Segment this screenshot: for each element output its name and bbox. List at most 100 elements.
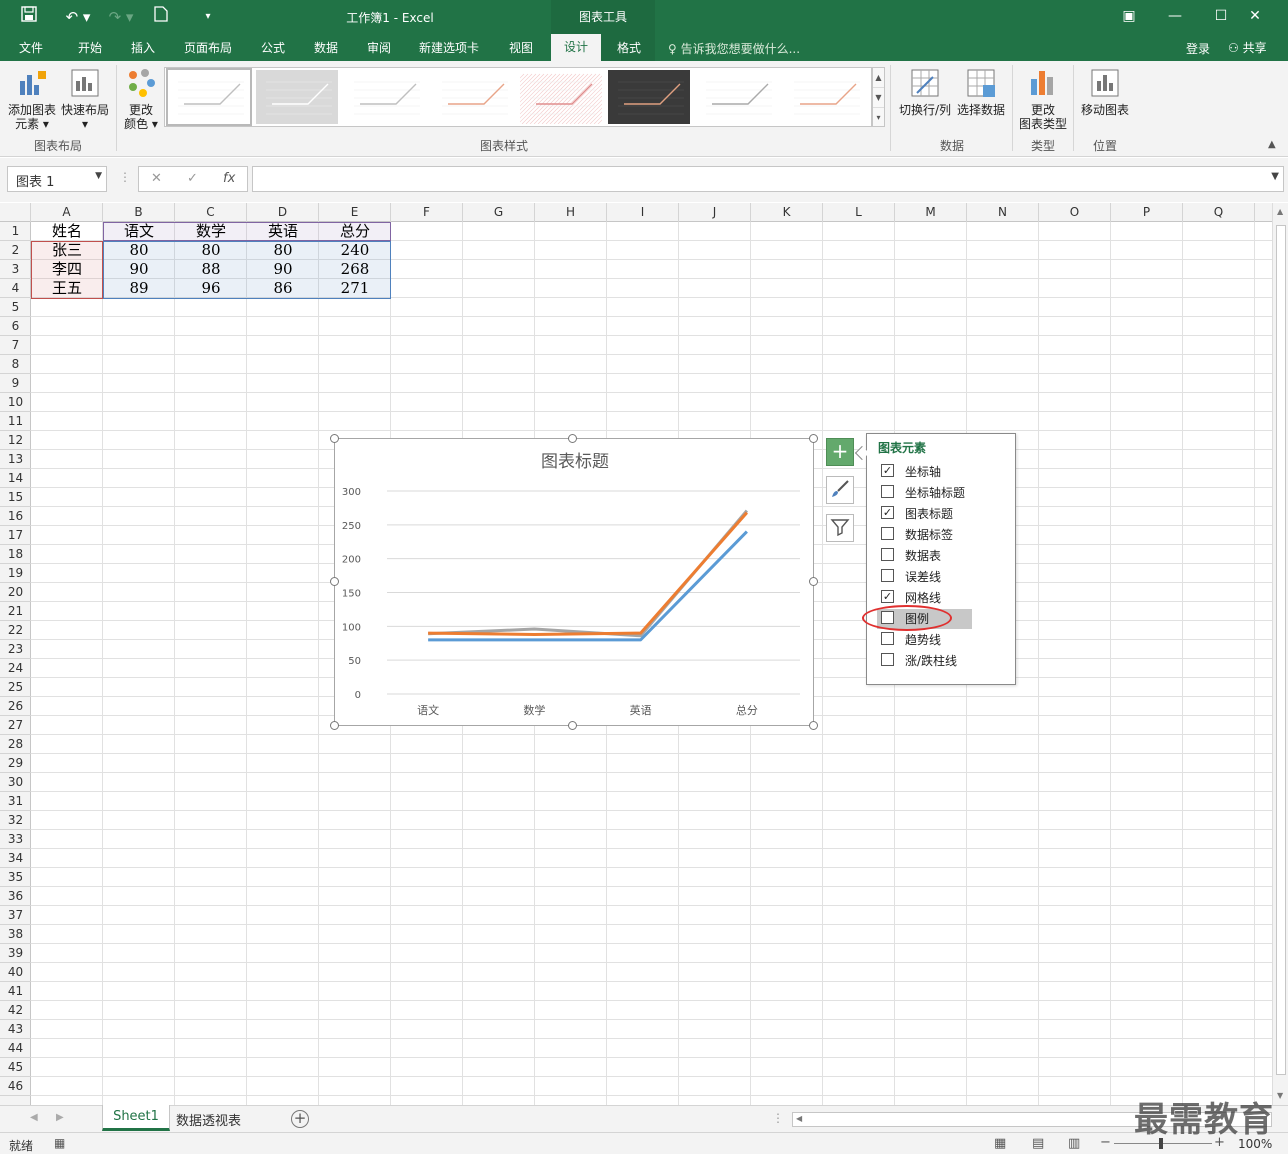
scroll-thumb[interactable] (1276, 225, 1286, 1075)
tab-splitter-icon[interactable]: ⋮ (772, 1111, 784, 1125)
row-header[interactable]: 22 (0, 621, 31, 640)
table-cell[interactable]: 80 (175, 241, 247, 260)
tab-format[interactable]: 格式 (617, 39, 641, 56)
quick-layout-button[interactable]: 快速布局 ▾ (60, 67, 110, 131)
normal-view-icon[interactable]: ▦ (994, 1136, 1006, 1151)
table-cell[interactable]: 王五 (31, 279, 103, 298)
column-header[interactable]: P (1111, 203, 1183, 222)
undo-icon[interactable]: ↶ ▾ (60, 6, 96, 28)
chart-title[interactable]: 图表标题 (541, 452, 609, 472)
chart-element-option[interactable]: 数据标签 (867, 524, 1017, 544)
select-all-corner[interactable] (0, 203, 31, 222)
series-line[interactable] (428, 530, 748, 642)
next-sheet-icon[interactable]: ▶ (56, 1112, 64, 1123)
table-cell[interactable]: 86 (247, 279, 319, 298)
column-header[interactable]: M (895, 203, 967, 222)
line-chart[interactable]: 图表标题 0 50 100 150 200 250 300 语文 数学 英语 总分 (334, 438, 814, 726)
row-header[interactable]: 18 (0, 545, 31, 564)
minimize-icon[interactable]: — (1160, 8, 1190, 24)
chart-element-option[interactable]: 坐标轴标题 (867, 482, 1017, 502)
table-cell[interactable]: 240 (319, 241, 391, 260)
row-header[interactable]: 28 (0, 735, 31, 754)
column-header[interactable]: D (247, 203, 319, 222)
maximize-icon[interactable]: ☐ (1206, 8, 1236, 24)
row-header[interactable]: 36 (0, 887, 31, 906)
ribbon-display-options-icon[interactable]: ▣ (1114, 8, 1144, 24)
vertical-scrollbar[interactable]: ▲ ▼ (1272, 203, 1288, 1105)
row-header[interactable]: 21 (0, 602, 31, 621)
row-header[interactable]: 41 (0, 982, 31, 1001)
row-header[interactable]: 10 (0, 393, 31, 412)
resize-handle[interactable] (330, 721, 339, 730)
chart-element-option[interactable]: ✓ 坐标轴 (867, 461, 1017, 481)
chart-styles-button[interactable] (826, 476, 854, 504)
row-header[interactable]: 27 (0, 716, 31, 735)
row-header[interactable]: 13 (0, 450, 31, 469)
resize-handle[interactable] (330, 577, 339, 586)
column-header[interactable]: O (1039, 203, 1111, 222)
row-header[interactable]: 23 (0, 640, 31, 659)
resize-handle[interactable] (809, 577, 818, 586)
column-header[interactable]: N (967, 203, 1039, 222)
row-header[interactable]: 19 (0, 564, 31, 583)
row-header[interactable]: 24 (0, 659, 31, 678)
table-header-cell[interactable]: 英语 (247, 222, 319, 241)
chart-style-thumbnail[interactable] (784, 70, 866, 124)
row-header[interactable]: 7 (0, 336, 31, 355)
table-header-cell[interactable]: 语文 (103, 222, 175, 241)
tab-design[interactable]: 设计 (551, 34, 601, 61)
column-header[interactable]: B (103, 203, 175, 222)
row-header[interactable]: 39 (0, 944, 31, 963)
row-header[interactable]: 25 (0, 678, 31, 697)
table-cell[interactable]: 89 (103, 279, 175, 298)
table-cell[interactable]: 271 (319, 279, 391, 298)
name-box-dropdown-icon[interactable]: ▼ (95, 171, 102, 181)
row-header[interactable]: 12 (0, 431, 31, 450)
table-cell[interactable]: 90 (103, 260, 175, 279)
row-header[interactable]: 32 (0, 811, 31, 830)
row-header[interactable]: 34 (0, 849, 31, 868)
row-header[interactable]: 35 (0, 868, 31, 887)
page-break-view-icon[interactable]: ▥ (1068, 1136, 1080, 1151)
chart-element-option[interactable]: 趋势线 (867, 629, 1017, 649)
chart-element-option[interactable]: ✓ 网格线 (867, 587, 1017, 607)
close-icon[interactable]: ✕ (1240, 8, 1270, 24)
tell-me-search[interactable]: ♀ 告诉我您想要做什么... (668, 40, 800, 57)
row-header[interactable]: 20 (0, 583, 31, 602)
row-header[interactable]: 1 (0, 222, 31, 241)
row-header[interactable]: 8 (0, 355, 31, 374)
tab-review[interactable]: 审阅 (367, 39, 391, 56)
chart-style-thumbnail[interactable] (344, 70, 426, 124)
tab-data[interactable]: 数据 (314, 39, 338, 56)
chart-style-thumbnail[interactable] (469, 70, 649, 125)
chart-style-thumbnail[interactable] (166, 68, 252, 126)
column-header[interactable]: I (607, 203, 679, 222)
checkbox-checked-icon[interactable]: ✓ (881, 590, 894, 603)
row-header[interactable]: 45 (0, 1058, 31, 1077)
tab-page-layout[interactable]: 页面布局 (184, 39, 232, 56)
checkbox-checked-icon[interactable]: ✓ (881, 464, 894, 477)
row-header[interactable]: 29 (0, 754, 31, 773)
gallery-up-icon[interactable]: ▲ (873, 68, 884, 88)
checkbox-icon[interactable] (881, 527, 894, 540)
table-cell[interactable]: 268 (319, 260, 391, 279)
chart-element-option[interactable]: ✓ 图表标题 (867, 503, 1017, 523)
row-header[interactable]: 33 (0, 830, 31, 849)
chart-style-thumbnail[interactable] (256, 70, 338, 124)
change-chart-type-button[interactable]: 更改 图表类型 (1016, 67, 1070, 131)
row-header[interactable]: 15 (0, 488, 31, 507)
row-header[interactable]: 4 (0, 279, 31, 298)
resize-handle[interactable] (809, 434, 818, 443)
row-header[interactable]: 46 (0, 1077, 31, 1096)
scroll-down-icon[interactable]: ▼ (1277, 1091, 1283, 1100)
row-header[interactable]: 37 (0, 906, 31, 925)
sheet-tab-pivot[interactable]: 数据透视表 (176, 1110, 241, 1129)
column-header[interactable]: H (535, 203, 607, 222)
name-box[interactable]: 图表 1 ▼ (7, 166, 107, 192)
column-header[interactable]: A (31, 203, 103, 222)
chart-style-thumbnail[interactable] (608, 70, 690, 124)
row-header[interactable]: 38 (0, 925, 31, 944)
row-header[interactable]: 40 (0, 963, 31, 982)
table-cell[interactable]: 80 (247, 241, 319, 260)
gallery-more-icon[interactable]: ▾ (873, 108, 884, 128)
